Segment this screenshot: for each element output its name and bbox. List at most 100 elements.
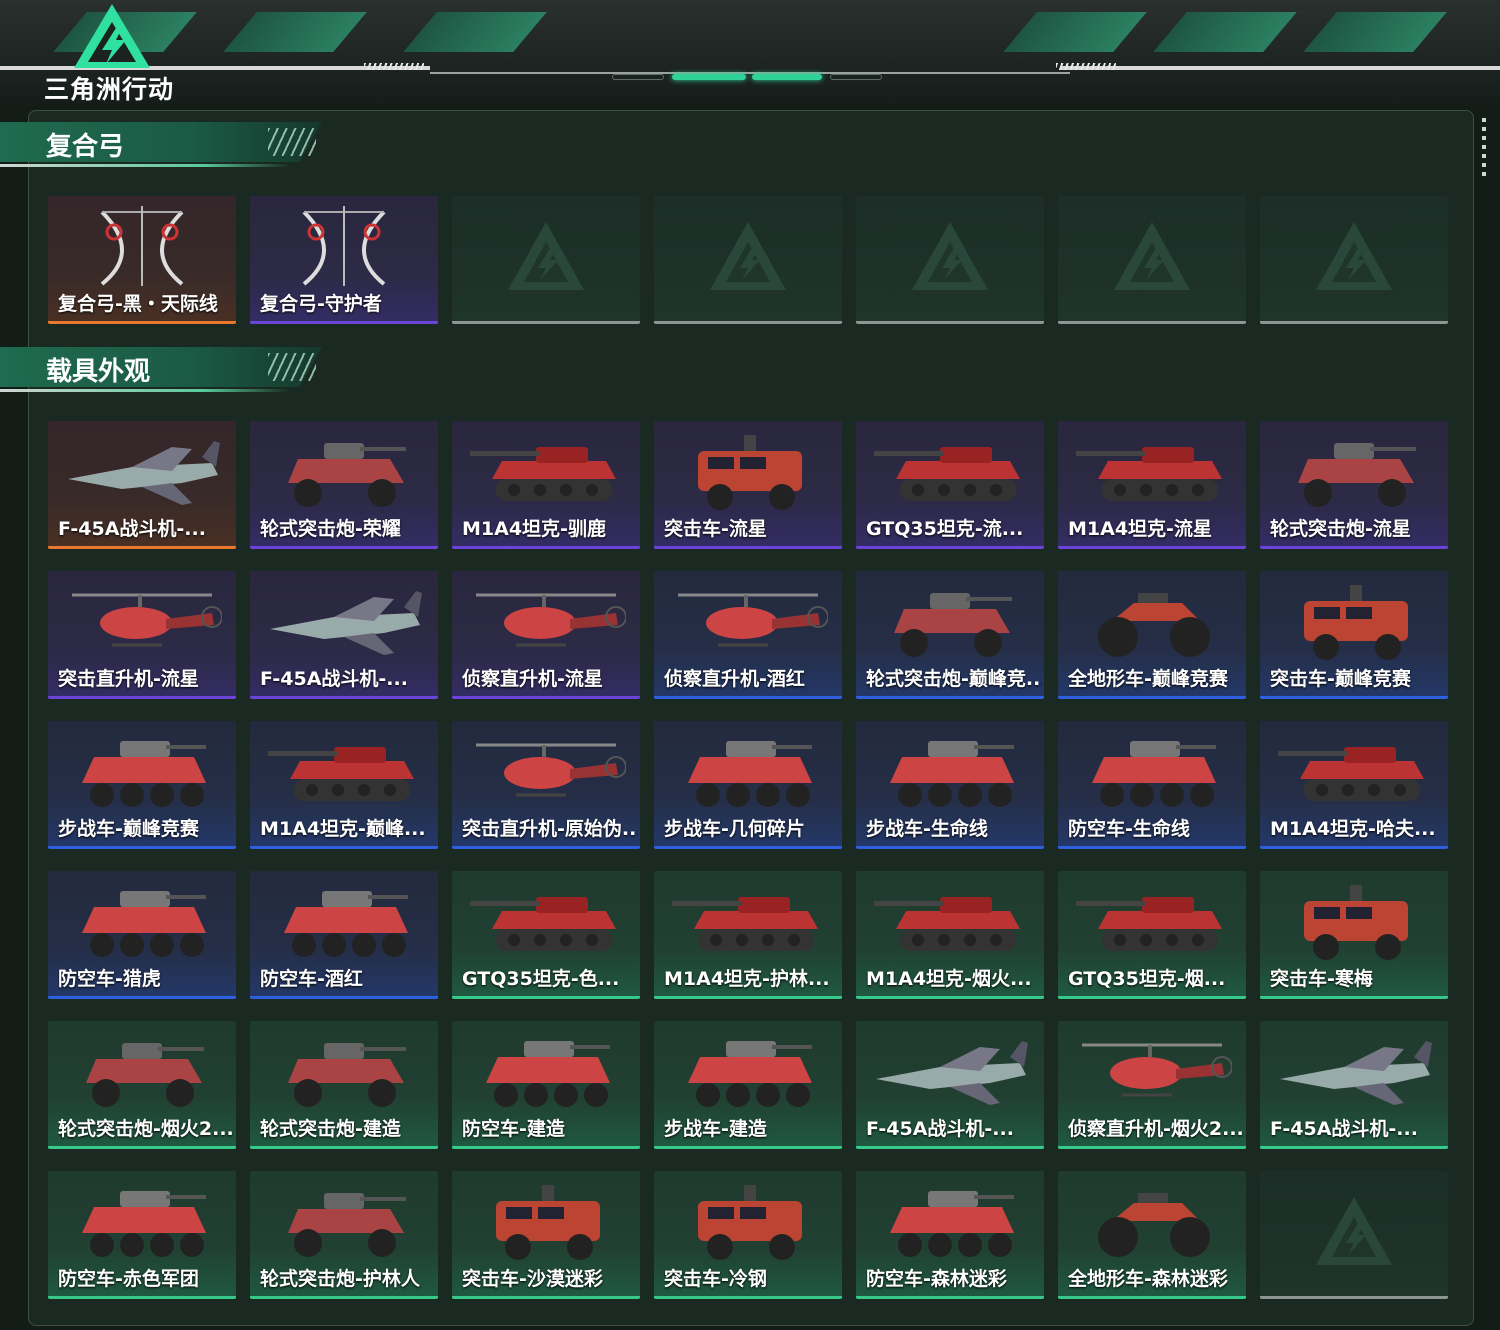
header-divider	[430, 72, 1070, 74]
skin-name: 轮式突击炮-烟火2...	[58, 1118, 234, 1140]
rarity-bar	[1260, 321, 1448, 324]
skin-card[interactable]: 全地形车-森林迷彩	[1058, 1171, 1246, 1299]
tank-icon	[672, 897, 818, 951]
helicopter-icon	[476, 593, 626, 647]
skin-card[interactable]: 突击车-寒梅	[1260, 871, 1448, 999]
skin-card[interactable]: 步战车-几何碎片	[654, 721, 842, 849]
skin-card[interactable]: 侦察直升机-烟火2...	[1058, 1021, 1246, 1149]
skin-card[interactable]: 突击车-冷钢	[654, 1171, 842, 1299]
rarity-bar	[1058, 696, 1246, 699]
ifv-icon	[1092, 741, 1216, 807]
skin-name: 侦察直升机-酒红	[664, 668, 805, 690]
section-header-compound-bow: 复合弓	[0, 120, 340, 176]
skin-card[interactable]: 轮式突击炮-荣耀	[250, 421, 438, 549]
scrollbar[interactable]	[1482, 118, 1486, 178]
skin-card[interactable]: 防空车-森林迷彩	[856, 1171, 1044, 1299]
ifv-icon	[688, 741, 812, 807]
rarity-bar	[1260, 1296, 1448, 1299]
rarity-bar	[1058, 1146, 1246, 1149]
skin-card[interactable]: 突击车-沙漠迷彩	[452, 1171, 640, 1299]
skin-card[interactable]: 防空车-猎虎	[48, 871, 236, 999]
skin-card[interactable]: 侦察直升机-酒红	[654, 571, 842, 699]
skin-name: M1A4坦克-巅峰...	[260, 818, 426, 840]
skin-card[interactable]: M1A4坦克-驯鹿	[452, 421, 640, 549]
header-divider	[1060, 66, 1500, 70]
rarity-bar	[250, 1146, 438, 1149]
empty-slot	[1058, 196, 1246, 324]
header-stripe	[1153, 12, 1297, 52]
skin-name: 防空车-生命线	[1068, 818, 1190, 840]
skin-card[interactable]: 复合弓-守护者	[250, 196, 438, 324]
rarity-bar	[250, 846, 438, 849]
rarity-bar	[856, 1296, 1044, 1299]
skin-name: 轮式突击炮-流星	[1270, 518, 1411, 540]
skin-card[interactable]: 突击车-流星	[654, 421, 842, 549]
skin-name: 轮式突击炮-荣耀	[260, 518, 401, 540]
jet-icon	[1280, 1041, 1432, 1105]
rarity-bar	[48, 846, 236, 849]
rarity-bar	[1260, 1146, 1448, 1149]
ifv-icon	[82, 741, 206, 807]
tank-icon	[874, 897, 1020, 951]
tank-icon	[268, 747, 414, 801]
skin-card[interactable]: 步战车-建造	[654, 1021, 842, 1149]
skin-card[interactable]: 突击直升机-流星	[48, 571, 236, 699]
skin-name: 步战车-巅峰竞赛	[58, 818, 199, 840]
skin-name: 突击车-巅峰竞赛	[1270, 668, 1411, 690]
skin-card[interactable]: 复合弓-黑・天际线	[48, 196, 236, 324]
header-indicator-active	[752, 74, 822, 80]
skin-card[interactable]: M1A4坦克-流星	[1058, 421, 1246, 549]
skin-card[interactable]: 防空车-建造	[452, 1021, 640, 1149]
skin-card[interactable]: 突击直升机-原始伪...	[452, 721, 640, 849]
skin-name: 轮式突击炮-护林人	[260, 1268, 420, 1290]
skin-card[interactable]: M1A4坦克-巅峰...	[250, 721, 438, 849]
rarity-bar	[654, 846, 842, 849]
header-indicator	[612, 74, 664, 80]
skin-name: 突击车-沙漠迷彩	[462, 1268, 603, 1290]
skin-card[interactable]: F-45A战斗机-...	[250, 571, 438, 699]
skin-card[interactable]: 步战车-巅峰竞赛	[48, 721, 236, 849]
skin-card[interactable]: M1A4坦克-烟火...	[856, 871, 1044, 999]
rarity-bar	[452, 546, 640, 549]
empty-slot	[856, 196, 1044, 324]
skin-card[interactable]: 突击车-巅峰竞赛	[1260, 571, 1448, 699]
skin-card[interactable]: F-45A战斗机-...	[1260, 1021, 1448, 1149]
skin-name: F-45A战斗机-...	[1270, 1118, 1418, 1140]
skin-card[interactable]: 轮式突击炮-巅峰竞...	[856, 571, 1044, 699]
truck-icon	[1304, 585, 1408, 660]
rarity-bar	[654, 696, 842, 699]
rarity-bar	[1260, 546, 1448, 549]
ifv-icon	[890, 1191, 1014, 1257]
skin-card[interactable]: 全地形车-巅峰竞赛	[1058, 571, 1246, 699]
empty-slot	[1260, 196, 1448, 324]
skin-card[interactable]: M1A4坦克-哈夫...	[1260, 721, 1448, 849]
empty-slot	[654, 196, 842, 324]
skin-card[interactable]: 轮式突击炮-烟火2...	[48, 1021, 236, 1149]
rarity-bar	[856, 696, 1044, 699]
header-stripe	[223, 12, 367, 52]
skin-card[interactable]: 防空车-生命线	[1058, 721, 1246, 849]
tank-icon	[1076, 897, 1222, 951]
rarity-bar	[856, 546, 1044, 549]
skin-card[interactable]: GTQ35坦克-流...	[856, 421, 1044, 549]
section-title: 复合弓	[46, 132, 125, 162]
skin-card[interactable]: 防空车-酒红	[250, 871, 438, 999]
skin-card[interactable]: M1A4坦克-护林...	[654, 871, 842, 999]
helicopter-icon	[476, 743, 626, 797]
skin-card[interactable]: 侦察直升机-流星	[452, 571, 640, 699]
rarity-bar	[48, 1296, 236, 1299]
skin-card[interactable]: 防空车-赤色军团	[48, 1171, 236, 1299]
skin-name: 步战车-建造	[664, 1118, 767, 1140]
skin-card[interactable]: GTQ35坦克-烟...	[1058, 871, 1246, 999]
jet-icon	[270, 591, 422, 655]
rarity-bar	[1058, 546, 1246, 549]
skin-card[interactable]: 轮式突击炮-护林人	[250, 1171, 438, 1299]
skin-name: 侦察直升机-流星	[462, 668, 603, 690]
skin-card[interactable]: 轮式突击炮-流星	[1260, 421, 1448, 549]
skin-card[interactable]: 步战车-生命线	[856, 721, 1044, 849]
rarity-bar	[250, 546, 438, 549]
skin-card[interactable]: F-45A战斗机-...	[856, 1021, 1044, 1149]
skin-card[interactable]: 轮式突击炮-建造	[250, 1021, 438, 1149]
skin-card[interactable]: GTQ35坦克-色...	[452, 871, 640, 999]
skin-card[interactable]: F-45A战斗机-...	[48, 421, 236, 549]
